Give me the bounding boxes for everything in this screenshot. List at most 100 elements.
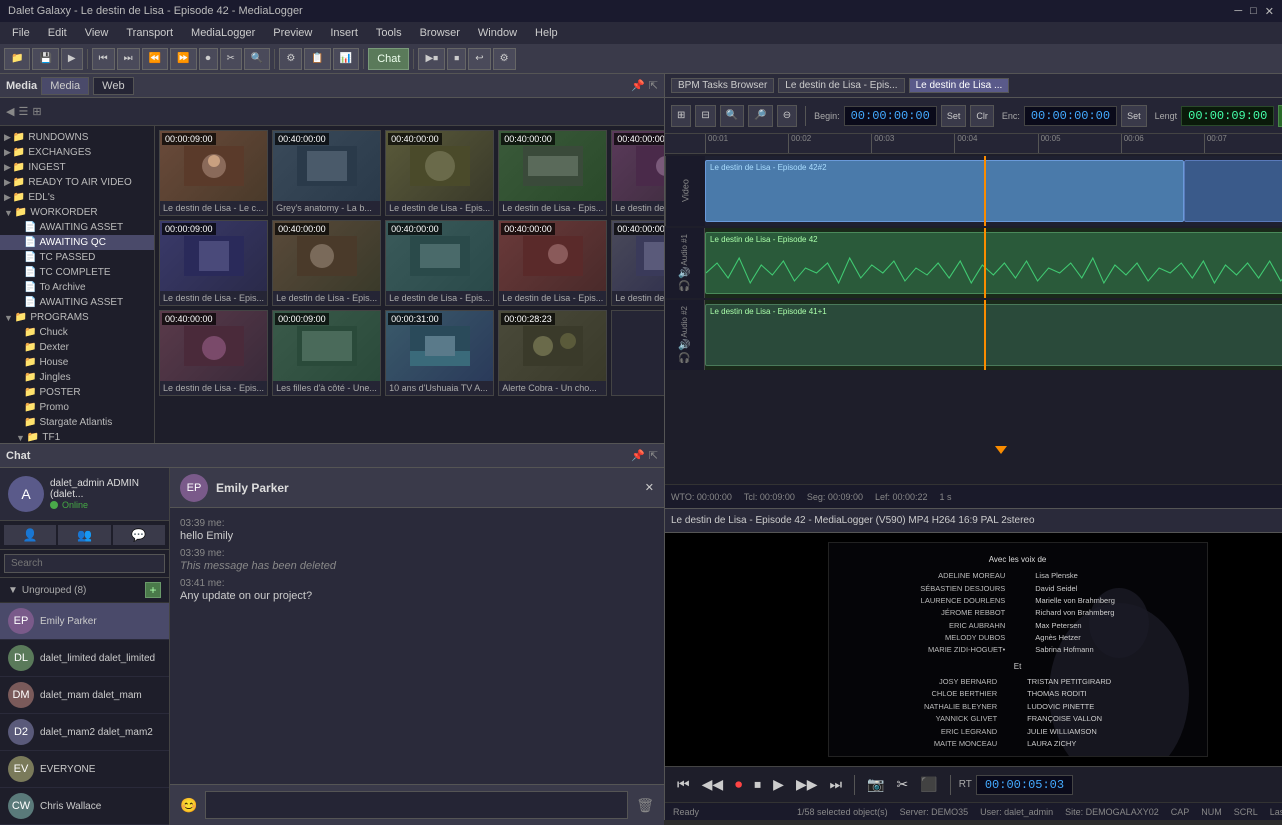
maximize-btn[interactable]: □ xyxy=(1250,5,1257,18)
preview-stop-btn[interactable]: ⏹ xyxy=(750,774,765,795)
nav-list-icon[interactable]: ☰ xyxy=(18,105,28,118)
tree-item-chuck[interactable]: 📁 Chuck xyxy=(0,325,154,340)
thumb-13[interactable]: 00:00:31:00 10 ans d'Ushuaia TV A... xyxy=(385,310,494,396)
conv-close-btn[interactable]: ✕ xyxy=(645,481,654,494)
tree-item-exchanges[interactable]: ▶📁 EXCHANGES xyxy=(0,145,154,160)
audio2-clip[interactable]: Le destin de Lisa - Episode 41+1 xyxy=(705,304,1282,366)
tree-item-programs[interactable]: ▼📁 PROGRAMS xyxy=(0,310,154,325)
tree-item-tc-passed[interactable]: 📄 TC PASSED xyxy=(0,250,154,265)
menu-medialogger[interactable]: MediaLogger xyxy=(183,25,263,41)
tree-item-ingest[interactable]: ▶📁 INGEST xyxy=(0,160,154,175)
menu-preview[interactable]: Preview xyxy=(265,25,320,41)
toolbar-btn-6[interactable]: ⏪ xyxy=(142,48,168,70)
chat-tab-users[interactable]: 👤 xyxy=(4,525,56,545)
begin-clr-btn[interactable]: Clr xyxy=(970,105,994,127)
chat-tab-groups[interactable]: 👥 xyxy=(58,525,110,545)
nav-grid-icon[interactable]: ⊞ xyxy=(32,105,41,118)
preview-next-frame-btn[interactable]: ⏭ xyxy=(825,774,846,795)
audio1-headphone-btn[interactable]: 🎧 xyxy=(678,281,690,292)
tl-tab-bpm[interactable]: BPM Tasks Browser xyxy=(671,78,774,93)
audio1-clip[interactable]: Le destin de Lisa - Episode 42 xyxy=(705,232,1282,294)
toolbar-btn-4[interactable]: ⏮ xyxy=(92,48,115,70)
tl-btn-in[interactable]: ⊞ xyxy=(671,105,691,127)
tree-item-rundowns[interactable]: ▶📁 RUNDOWNS xyxy=(0,130,154,145)
length-btn[interactable]: ▶ xyxy=(1278,105,1282,127)
toolbar-btn-3[interactable]: ▶ xyxy=(61,48,83,70)
toolbar-btn-1[interactable]: 📁 xyxy=(4,48,30,70)
contact-dalet-mam2[interactable]: D2 dalet_mam2 dalet_mam2 xyxy=(0,714,169,751)
emoji-button[interactable]: 😊 xyxy=(176,795,201,816)
close-btn[interactable]: ✕ xyxy=(1265,5,1274,18)
audio1-track-content[interactable]: Le destin de Lisa - Episode 42 xyxy=(705,228,1282,298)
contact-emily-parker[interactable]: EP Emily Parker xyxy=(0,603,169,640)
tl-btn-zoom[interactable]: 🔍 xyxy=(720,105,744,127)
chat-button[interactable]: Chat xyxy=(368,48,409,70)
tree-item-dexter[interactable]: 📁 Dexter xyxy=(0,340,154,355)
audio2-headphone-btn[interactable]: 🎧 xyxy=(678,353,690,364)
toolbar-btn-8[interactable]: ⏺ xyxy=(199,48,218,70)
preview-screenshot-btn[interactable]: 📷 xyxy=(863,774,888,795)
contact-everyone[interactable]: EV EVERYONE xyxy=(0,751,169,788)
tree-item-edls[interactable]: ▶📁 EDL's xyxy=(0,190,154,205)
contact-dalet-mam[interactable]: DM dalet_mam dalet_mam xyxy=(0,677,169,714)
thumb-8[interactable]: 00:40:00:00 Le destin de Lisa - Epis... xyxy=(385,220,494,306)
message-input[interactable] xyxy=(205,791,628,819)
thumb-10[interactable]: 00:40:00:00 Le destin de Lisa - Epis... xyxy=(611,220,664,306)
media-expand-icon[interactable]: ⇱ xyxy=(649,79,658,92)
preview-record-btn[interactable]: ⏺ xyxy=(731,774,746,795)
tree-item-tc-complete[interactable]: 📄 TC COMPLETE xyxy=(0,265,154,280)
video-clip-2[interactable] xyxy=(1184,160,1282,222)
menu-view[interactable]: View xyxy=(77,25,117,41)
menu-help[interactable]: Help xyxy=(527,25,566,41)
toolbar-btn-15[interactable]: ⏹ xyxy=(447,48,466,70)
menu-window[interactable]: Window xyxy=(470,25,525,41)
add-contact-button[interactable]: + xyxy=(145,582,161,598)
chat-pin-icon[interactable]: 📌 xyxy=(631,449,645,462)
toolbar-btn-17[interactable]: ⚙ xyxy=(493,48,516,70)
contact-dalet-limited[interactable]: DL dalet_limited dalet_limited xyxy=(0,640,169,677)
toolbar-btn-12[interactable]: 📋 xyxy=(304,48,330,70)
audio1-speaker-btn[interactable]: 🔊 xyxy=(678,268,690,279)
audio2-track-content[interactable]: Le destin de Lisa - Episode 41+1 xyxy=(705,300,1282,370)
video-clip-1[interactable]: Le destin de Lisa - Episode 42#2 xyxy=(705,160,1184,222)
thumb-5[interactable]: 00:40:00:00 Le destin de Lisa - Epis... xyxy=(611,130,664,216)
toolbar-btn-11[interactable]: ⚙ xyxy=(279,48,302,70)
thumb-6[interactable]: 00:00:09:00 Le destin de Lisa - Epis... xyxy=(159,220,268,306)
menu-browser[interactable]: Browser xyxy=(412,25,468,41)
tree-item-promo[interactable]: 📁 Promo xyxy=(0,400,154,415)
tree-item-jingles[interactable]: 📁 Jingles xyxy=(0,370,154,385)
tree-item-stargate[interactable]: 📁 Stargate Atlantis xyxy=(0,415,154,430)
chat-tab-rooms[interactable]: 💬 xyxy=(113,525,165,545)
preview-clip-btn[interactable]: ✂ xyxy=(893,774,913,795)
thumb-3[interactable]: 00:40:00:00 Le destin de Lisa - Epis... xyxy=(385,130,494,216)
thumb-9[interactable]: 00:40:00:00 Le destin de Lisa - Epis... xyxy=(498,220,607,306)
contact-chris-wallace[interactable]: CW Chris Wallace xyxy=(0,788,169,825)
tl-btn-zoom-in[interactable]: 🔎 xyxy=(748,105,772,127)
toolbar-btn-5[interactable]: ⏭ xyxy=(117,48,140,70)
menu-tools[interactable]: Tools xyxy=(368,25,410,41)
video-track-content[interactable]: Le destin de Lisa - Episode 42#2 xyxy=(705,156,1282,226)
tl-tab-ep42-2[interactable]: Le destin de Lisa ... xyxy=(909,78,1010,93)
preview-play-btn[interactable]: ▶ xyxy=(769,774,788,795)
delete-message-button[interactable]: 🗑 xyxy=(632,795,658,816)
tree-item-to-archive[interactable]: 📄 To Archive xyxy=(0,280,154,295)
tree-item-ready-to-air[interactable]: ▶📁 READY TO AIR VIDEO xyxy=(0,175,154,190)
media-pin-icon[interactable]: 📌 xyxy=(631,79,645,92)
tl-btn-zoom-out[interactable]: ⊖ xyxy=(777,105,797,127)
thumb-11[interactable]: 00:40:00:00 Le destin de Lisa - Epis... xyxy=(159,310,268,396)
audio2-speaker-btn[interactable]: 🔊 xyxy=(678,340,690,351)
chat-search-input[interactable] xyxy=(4,554,165,573)
toolbar-btn-2[interactable]: 💾 xyxy=(32,48,58,70)
preview-fast-fwd-btn[interactable]: ▶▶ xyxy=(792,774,822,795)
tree-item-awaiting-asset[interactable]: 📄 AWAITING ASSET xyxy=(0,220,154,235)
toolbar-btn-7[interactable]: ⏩ xyxy=(170,48,196,70)
tree-item-house[interactable]: 📁 House xyxy=(0,355,154,370)
menu-insert[interactable]: Insert xyxy=(322,25,366,41)
thumb-7[interactable]: 00:40:00:00 Le destin de Lisa - Epis... xyxy=(272,220,381,306)
tree-item-poster[interactable]: 📁 POSTER xyxy=(0,385,154,400)
preview-rewind-btn[interactable]: ◀◀ xyxy=(698,774,728,795)
toolbar-btn-13[interactable]: 📊 xyxy=(333,48,359,70)
preview-mark-btn[interactable]: ⬛ xyxy=(916,774,941,795)
tree-item-tf1[interactable]: ▼📁 TF1 xyxy=(0,430,154,443)
menu-file[interactable]: File xyxy=(4,25,38,41)
